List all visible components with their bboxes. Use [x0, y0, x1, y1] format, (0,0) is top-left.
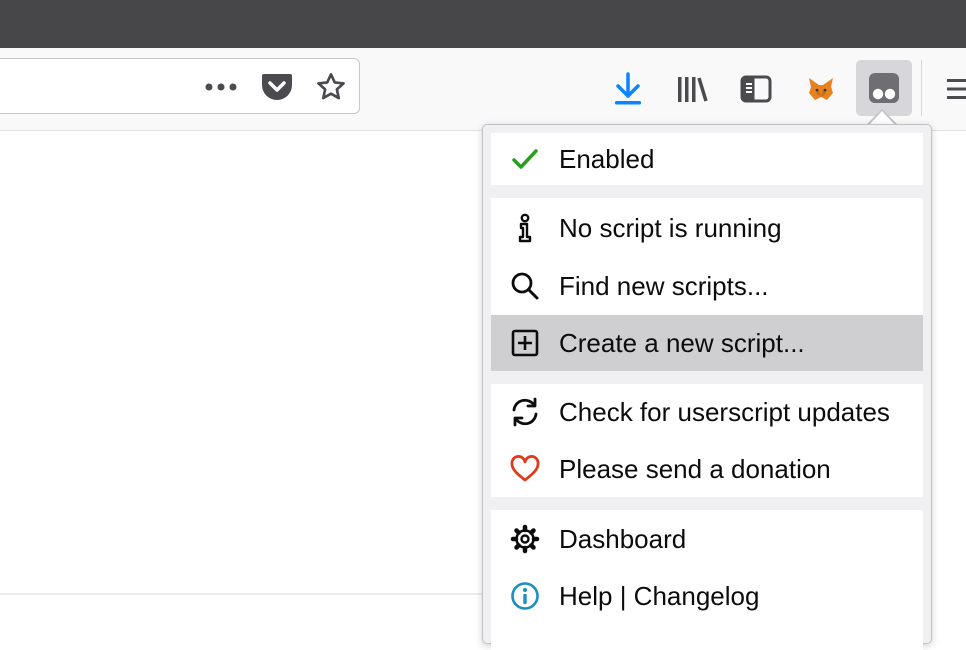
menu-item-enabled[interactable]: Enabled	[491, 131, 923, 187]
panel-arrow-inner	[869, 111, 895, 125]
plus-box-icon	[491, 315, 559, 371]
menu-group-dashboard: Dashboard Help | Changelog	[491, 510, 923, 650]
library-icon[interactable]	[674, 70, 712, 108]
url-bar[interactable]	[0, 58, 360, 114]
menu-item-dashboard[interactable]: Dashboard	[491, 511, 923, 567]
menu-item-label: No script is running	[559, 212, 782, 243]
gear-icon	[491, 511, 559, 567]
menu-item-donation[interactable]: Please send a donation	[491, 441, 923, 497]
download-icon[interactable]	[610, 70, 646, 108]
window-titlebar	[0, 0, 966, 48]
menu-item-label: Dashboard	[559, 523, 687, 554]
menu-group-scripts: No script is running Find new scripts...…	[491, 198, 923, 371]
search-icon	[491, 258, 559, 314]
check-icon	[491, 131, 559, 187]
menu-group-status: Enabled	[491, 133, 923, 185]
info-i-icon	[491, 200, 559, 256]
browser-toolbar	[0, 48, 966, 131]
toolbar-separator	[921, 60, 922, 116]
metamask-fox-icon[interactable]	[803, 70, 839, 108]
menu-item-check-updates[interactable]: Check for userscript updates	[491, 384, 923, 440]
menu-item-label: Please send a donation	[559, 453, 831, 484]
menu-item-find-new-scripts[interactable]: Find new scripts...	[491, 258, 923, 314]
refresh-icon	[491, 384, 559, 440]
tampermonkey-icon[interactable]	[856, 60, 912, 116]
menu-group-updates: Check for userscript updates Please send…	[491, 384, 923, 497]
menu-item-label: Find new scripts...	[559, 270, 769, 301]
menu-item-help-changelog[interactable]: Help | Changelog	[491, 568, 923, 624]
more-icon[interactable]	[201, 71, 241, 103]
sidebar-icon[interactable]	[737, 70, 775, 108]
heart-icon	[491, 441, 559, 497]
menu-item-no-script-running: No script is running	[491, 200, 923, 256]
menu-item-create-new-script[interactable]: Create a new script...	[491, 315, 923, 371]
menu-item-label: Check for userscript updates	[559, 396, 890, 427]
pocket-icon[interactable]	[259, 69, 295, 105]
tampermonkey-menu: Enabled No script is running Find new sc…	[482, 124, 932, 650]
menu-item-label: Create a new script...	[559, 327, 805, 358]
star-icon[interactable]	[313, 69, 349, 105]
hamburger-menu-icon[interactable]	[945, 74, 966, 104]
menu-item-label: Help | Changelog	[559, 580, 760, 611]
menu-item-label: Enabled	[559, 143, 655, 174]
info-circle-icon	[491, 568, 559, 624]
page-content-divider	[0, 593, 484, 595]
